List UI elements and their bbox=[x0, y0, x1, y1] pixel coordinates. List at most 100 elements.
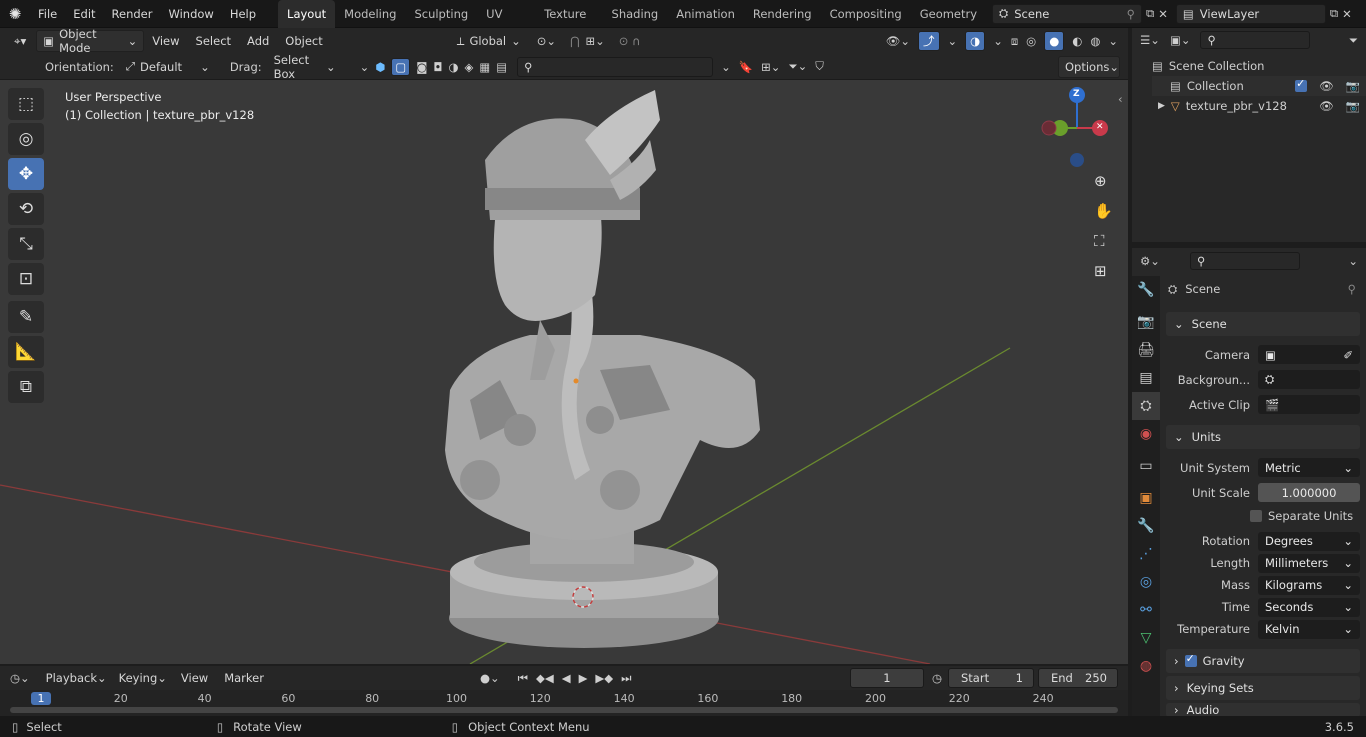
solid-shading-icon[interactable]: ● bbox=[1044, 31, 1065, 51]
expand-arrow-icon[interactable]: ▶ bbox=[1158, 101, 1165, 111]
gpu-icon[interactable]: ⬢ bbox=[375, 60, 385, 74]
length-select[interactable]: Millimeters ⌄ bbox=[1258, 553, 1360, 573]
select-subtract-icon[interactable]: ◘ bbox=[433, 60, 442, 74]
camera-icon[interactable]: 📷 bbox=[1346, 99, 1360, 113]
constraints-tab-icon[interactable]: ⚯ bbox=[1132, 596, 1160, 624]
menu-window[interactable]: Window bbox=[160, 0, 221, 28]
object-tab-icon[interactable]: ▣ bbox=[1132, 484, 1160, 512]
editor-type-icon[interactable]: ⌖▾ bbox=[8, 30, 32, 52]
shading-options-icon[interactable]: ⌄ bbox=[1108, 34, 1118, 48]
shield-icon[interactable]: ⛉ bbox=[815, 59, 824, 74]
tab-texture-paint[interactable]: Texture Paint bbox=[535, 0, 602, 28]
new-scene-icon[interactable]: ⧉ bbox=[1146, 6, 1154, 21]
eyedropper-icon[interactable]: ✐ bbox=[1343, 348, 1353, 362]
active-clip-field[interactable]: 🎬 bbox=[1258, 395, 1360, 414]
outliner-search-input[interactable]: ⚲ bbox=[1200, 31, 1311, 49]
display-mode-icon[interactable]: ▣⌄ bbox=[1170, 33, 1191, 47]
outliner-editor-icon[interactable]: ☰⌄ bbox=[1140, 33, 1160, 47]
keying-sets-panel-header[interactable]: › Keying Sets bbox=[1166, 676, 1360, 700]
output-tab-icon[interactable]: 🖨 bbox=[1132, 336, 1160, 364]
layout-icon[interactable]: ⊞⌄ bbox=[761, 60, 780, 74]
particles-tab-icon[interactable]: ⋰ bbox=[1132, 540, 1160, 568]
view-layer-tab-icon[interactable]: ▤ bbox=[1132, 364, 1160, 392]
tab-rendering[interactable]: Rendering bbox=[744, 0, 821, 28]
3d-viewport[interactable]: User Perspective (1) Collection | textur… bbox=[0, 80, 1128, 664]
pin-icon[interactable]: ⚲ bbox=[1127, 7, 1135, 21]
unit-scale-field[interactable]: 1.000000 bbox=[1258, 483, 1360, 502]
play-icon[interactable]: ▶ bbox=[579, 671, 588, 685]
select-all-icon[interactable]: ▤ bbox=[496, 60, 507, 74]
outliner-row-object[interactable]: ▶ ▽ texture_pbr_v128 👁 📷 bbox=[1152, 96, 1366, 116]
select-invert-icon[interactable]: ◑ bbox=[448, 60, 458, 74]
units-panel-header[interactable]: ⌄ Units bbox=[1166, 425, 1360, 449]
pin-icon[interactable]: ⚲ bbox=[1348, 282, 1356, 296]
scene-selector[interactable]: ⛭ Scene ⚲ bbox=[992, 3, 1143, 24]
timeline-menu-view[interactable]: View bbox=[173, 666, 216, 690]
menu-object[interactable]: Object bbox=[277, 28, 330, 54]
menu-select[interactable]: Select bbox=[188, 28, 239, 54]
filter-icon[interactable]: ⏷ bbox=[1349, 33, 1358, 48]
select-intersect-icon[interactable]: ◈ bbox=[465, 60, 474, 74]
unit-system-select[interactable]: Metric ⌄ bbox=[1258, 458, 1360, 477]
measure-icon[interactable]: 📐 bbox=[8, 336, 44, 368]
remove-scene-icon[interactable]: ✕ bbox=[1158, 7, 1168, 21]
select-mode-icon[interactable]: ▦ bbox=[479, 60, 490, 74]
select-box-icon[interactable]: ⬚ bbox=[8, 88, 44, 120]
proportional-edit-icon[interactable]: ⊙ ∩ bbox=[619, 34, 641, 48]
camera-icon[interactable]: ⛶ bbox=[1094, 232, 1116, 262]
remove-view-layer-icon[interactable]: ✕ bbox=[1342, 7, 1352, 21]
select-new-icon[interactable]: ▢ bbox=[391, 57, 411, 76]
keyframe-icon[interactable]: ⌄ bbox=[721, 60, 731, 74]
tab-shading[interactable]: Shading bbox=[603, 0, 668, 28]
modifier-tab-icon[interactable]: 🔧 bbox=[1132, 512, 1160, 540]
jump-start-icon[interactable]: ⏮ bbox=[518, 671, 528, 686]
new-view-layer-icon[interactable]: ⧉ bbox=[1330, 6, 1338, 21]
tab-animation[interactable]: Animation bbox=[667, 0, 744, 28]
world-tab-icon[interactable]: ◉ bbox=[1132, 420, 1160, 448]
menu-file[interactable]: File bbox=[30, 0, 65, 28]
chevron-down-icon[interactable]: ⌄ bbox=[360, 60, 370, 74]
eye-icon[interactable]: 👁 bbox=[1319, 79, 1334, 93]
gravity-panel-header[interactable]: › Gravity bbox=[1166, 649, 1360, 673]
scene-tab-icon[interactable]: ⛭ bbox=[1132, 392, 1160, 420]
camera-icon[interactable]: 📷 bbox=[1346, 79, 1360, 93]
bust-model[interactable] bbox=[445, 90, 760, 648]
play-reverse-icon[interactable]: ◀ bbox=[562, 671, 571, 685]
pivot-icon[interactable]: ⊙⌄ bbox=[537, 34, 556, 48]
menu-edit[interactable]: Edit bbox=[65, 0, 103, 28]
timeline-editor-icon[interactable]: ◷⌄ bbox=[10, 671, 30, 685]
gizmo-toggle-icon[interactable]: ⤴ bbox=[918, 31, 940, 51]
separate-units-checkbox[interactable] bbox=[1250, 510, 1262, 522]
scene-panel-header[interactable]: ⌄ Scene bbox=[1166, 312, 1360, 336]
keying-menu[interactable]: Keying ⌄ bbox=[113, 667, 173, 689]
temperature-select[interactable]: Kelvin ⌄ bbox=[1258, 619, 1360, 639]
record-icon[interactable]: ●⌄ bbox=[480, 671, 500, 685]
menu-add[interactable]: Add bbox=[239, 28, 277, 54]
view-layer-selector[interactable]: ▤ ViewLayer bbox=[1175, 3, 1326, 24]
drag-selector[interactable]: Select Box ⌄ bbox=[267, 53, 342, 81]
add-cube-icon[interactable]: ⧉ bbox=[8, 371, 44, 403]
chevron-down-icon[interactable]: ⌄ bbox=[1348, 254, 1358, 268]
timeline-ruler[interactable]: 1 20 40 60 80 100 120 140 160 180 200 220 240 bbox=[0, 690, 1128, 716]
next-keyframe-icon[interactable]: ▶◆ bbox=[595, 671, 613, 685]
properties-search-input[interactable]: ⚲ bbox=[1189, 252, 1300, 270]
tab-uv-editing[interactable]: UV Editing bbox=[477, 0, 535, 28]
tab-modeling[interactable]: Modeling bbox=[335, 0, 405, 28]
blender-logo-icon[interactable]: ✺ bbox=[0, 5, 30, 23]
visibility-icon[interactable]: 👁⌄ bbox=[886, 34, 910, 48]
audio-panel-header[interactable]: › Audio bbox=[1166, 703, 1360, 717]
jump-end-icon[interactable]: ⏭ bbox=[621, 671, 631, 686]
background-field[interactable]: ⛭ bbox=[1258, 370, 1360, 389]
tool-tab-icon[interactable]: 🔧 bbox=[1132, 276, 1160, 304]
rendered-shading-icon[interactable]: ◍ bbox=[1090, 34, 1100, 48]
properties-editor-icon[interactable]: ⚙⌄ bbox=[1140, 254, 1160, 268]
overlay-options-icon[interactable]: ⌄ bbox=[993, 34, 1003, 48]
orientation-selector[interactable]: ⤢ Default ⌄ bbox=[119, 55, 216, 78]
mode-selector[interactable]: ▣ Object Mode ⌄ bbox=[36, 27, 145, 55]
preview-range-icon[interactable]: ◷ bbox=[932, 671, 942, 685]
transform-orientation[interactable]: ⟂ Global ⌄ bbox=[450, 30, 527, 52]
data-tab-icon[interactable]: ▽ bbox=[1132, 624, 1160, 652]
annotate-icon[interactable]: ✎ bbox=[8, 301, 44, 333]
menu-help[interactable]: Help bbox=[222, 0, 264, 28]
end-frame-field[interactable]: End 250 bbox=[1038, 668, 1118, 688]
